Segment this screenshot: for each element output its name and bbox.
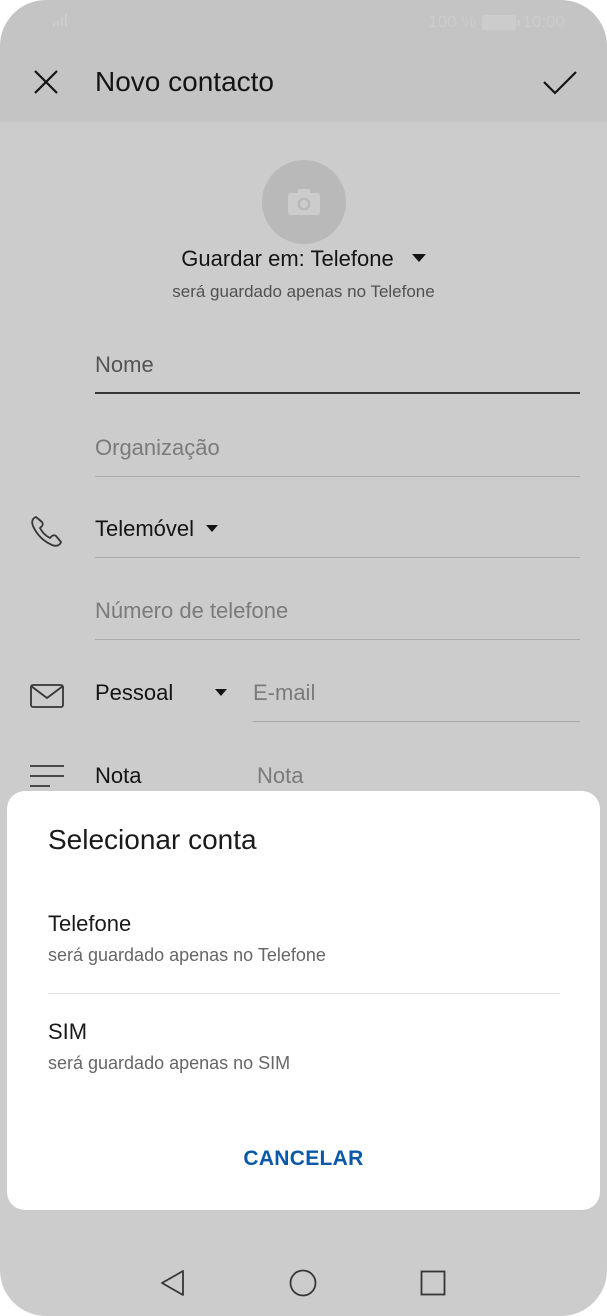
account-option-subtitle: será guardado apenas no Telefone [48, 945, 326, 965]
select-account-dialog: Selecionar conta Telefone será guardado … [7, 791, 600, 1210]
account-option-telefone[interactable]: Telefone será guardado apenas no Telefon… [48, 911, 560, 966]
cancel-button[interactable]: CANCELAR [7, 1147, 600, 1171]
account-option-sim[interactable]: SIM será guardado apenas no SIM [48, 1019, 560, 1074]
account-option-title: Telefone [48, 911, 132, 936]
dialog-title: Selecionar conta [48, 824, 257, 855]
account-option-title: SIM [48, 1019, 88, 1044]
account-option-subtitle: será guardado apenas no SIM [48, 1053, 291, 1073]
phone-screen: 100 % 10:00 Novo contacto Guardar em: Te… [0, 0, 607, 1316]
divider [48, 993, 560, 994]
